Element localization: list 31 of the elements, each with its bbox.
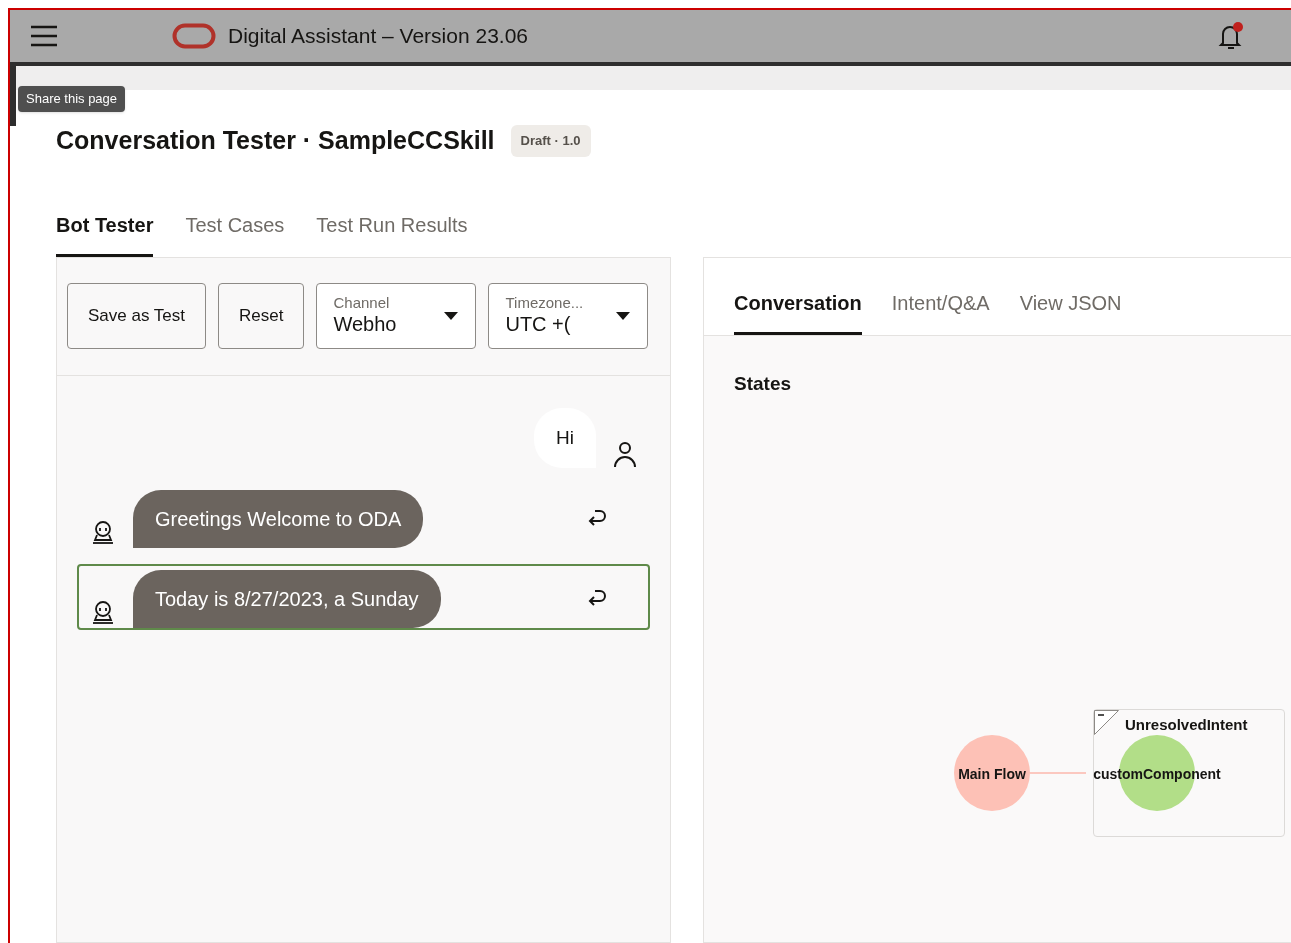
select-field[interactable]: Timezone... UTC +( xyxy=(488,282,649,349)
select-value: UTC +( xyxy=(505,312,572,338)
caret-icon xyxy=(615,310,632,321)
app-title: Digital Assistant – Version 23.06 xyxy=(228,23,528,50)
tooltip: Share this page xyxy=(18,86,126,112)
toolbar-button[interactable]: Save as Test xyxy=(67,282,207,349)
notification-bell-icon[interactable] xyxy=(1217,21,1245,51)
group-label: UnresolvedIntent xyxy=(1125,714,1248,735)
toolbar-button[interactable]: Reset xyxy=(218,282,305,349)
bot-message: Today is 8/27/2023, a Sunday xyxy=(133,570,441,628)
tab[interactable]: View JSON xyxy=(1019,287,1122,335)
select-value: Webho xyxy=(333,312,398,338)
logo-icon xyxy=(172,23,216,49)
select-label: Timezone... xyxy=(505,293,585,313)
page-title: Conversation Tester · SampleCCSkill xyxy=(56,125,495,156)
collapse-icon[interactable] xyxy=(1094,709,1119,735)
tab[interactable]: Intent/Q&A xyxy=(891,287,990,335)
select-label: Channel xyxy=(333,293,391,313)
user-message: Hi xyxy=(534,407,596,468)
tab[interactable]: Test Cases xyxy=(185,209,285,257)
select-field[interactable]: Channel Webho xyxy=(316,282,477,349)
tab[interactable]: Conversation xyxy=(734,287,862,335)
menu-icon[interactable] xyxy=(30,25,58,47)
section-heading: States xyxy=(734,371,792,396)
bot-message: Greetings Welcome to ODA xyxy=(133,490,424,548)
tab[interactable]: Test Run Results xyxy=(316,209,468,257)
status-badge: Draft · 1.0 xyxy=(510,125,591,157)
selected-message-row[interactable]: Today is 8/27/2023, a Sunday xyxy=(77,564,650,630)
user-icon xyxy=(612,440,638,468)
caret-icon xyxy=(443,310,460,321)
node-label: Main Flow xyxy=(957,764,1027,784)
